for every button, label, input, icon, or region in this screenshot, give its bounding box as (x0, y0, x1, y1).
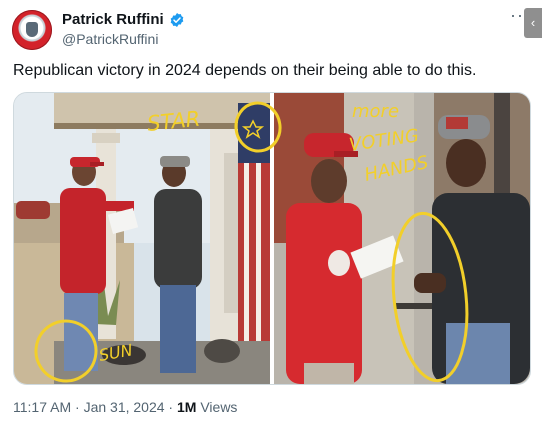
tweet-date[interactable]: Jan 31, 2024 (84, 399, 165, 415)
more-annotation: more (352, 101, 399, 122)
tweet-time[interactable]: 11:17 AM (13, 399, 71, 415)
scroll-tab[interactable]: ‹ (524, 8, 542, 38)
author-avatar[interactable] (12, 10, 52, 50)
views-count[interactable]: 1M (177, 399, 196, 415)
tweet-media-image[interactable]: STAR more VOTING HANDS SUN (13, 92, 531, 385)
left-photo (14, 93, 270, 384)
verified-badge-icon (170, 12, 184, 27)
tweet-text: Republican victory in 2024 depends on th… (13, 62, 477, 79)
author-handle[interactable]: @PatrickRuffini (62, 31, 158, 47)
author-display-name[interactable]: Patrick Ruffini (62, 11, 164, 28)
author-name-row: Patrick Ruffini (62, 11, 185, 28)
meta-separator: · (164, 399, 177, 415)
tweet-metadata: 11:17 AM · Jan 31, 2024 · 1M Views (13, 399, 237, 415)
meta-separator: · (71, 399, 84, 415)
seal-avatar-icon (26, 22, 38, 37)
media-illustration: STAR more VOTING HANDS SUN (14, 93, 530, 384)
views-label: Views (196, 399, 238, 415)
